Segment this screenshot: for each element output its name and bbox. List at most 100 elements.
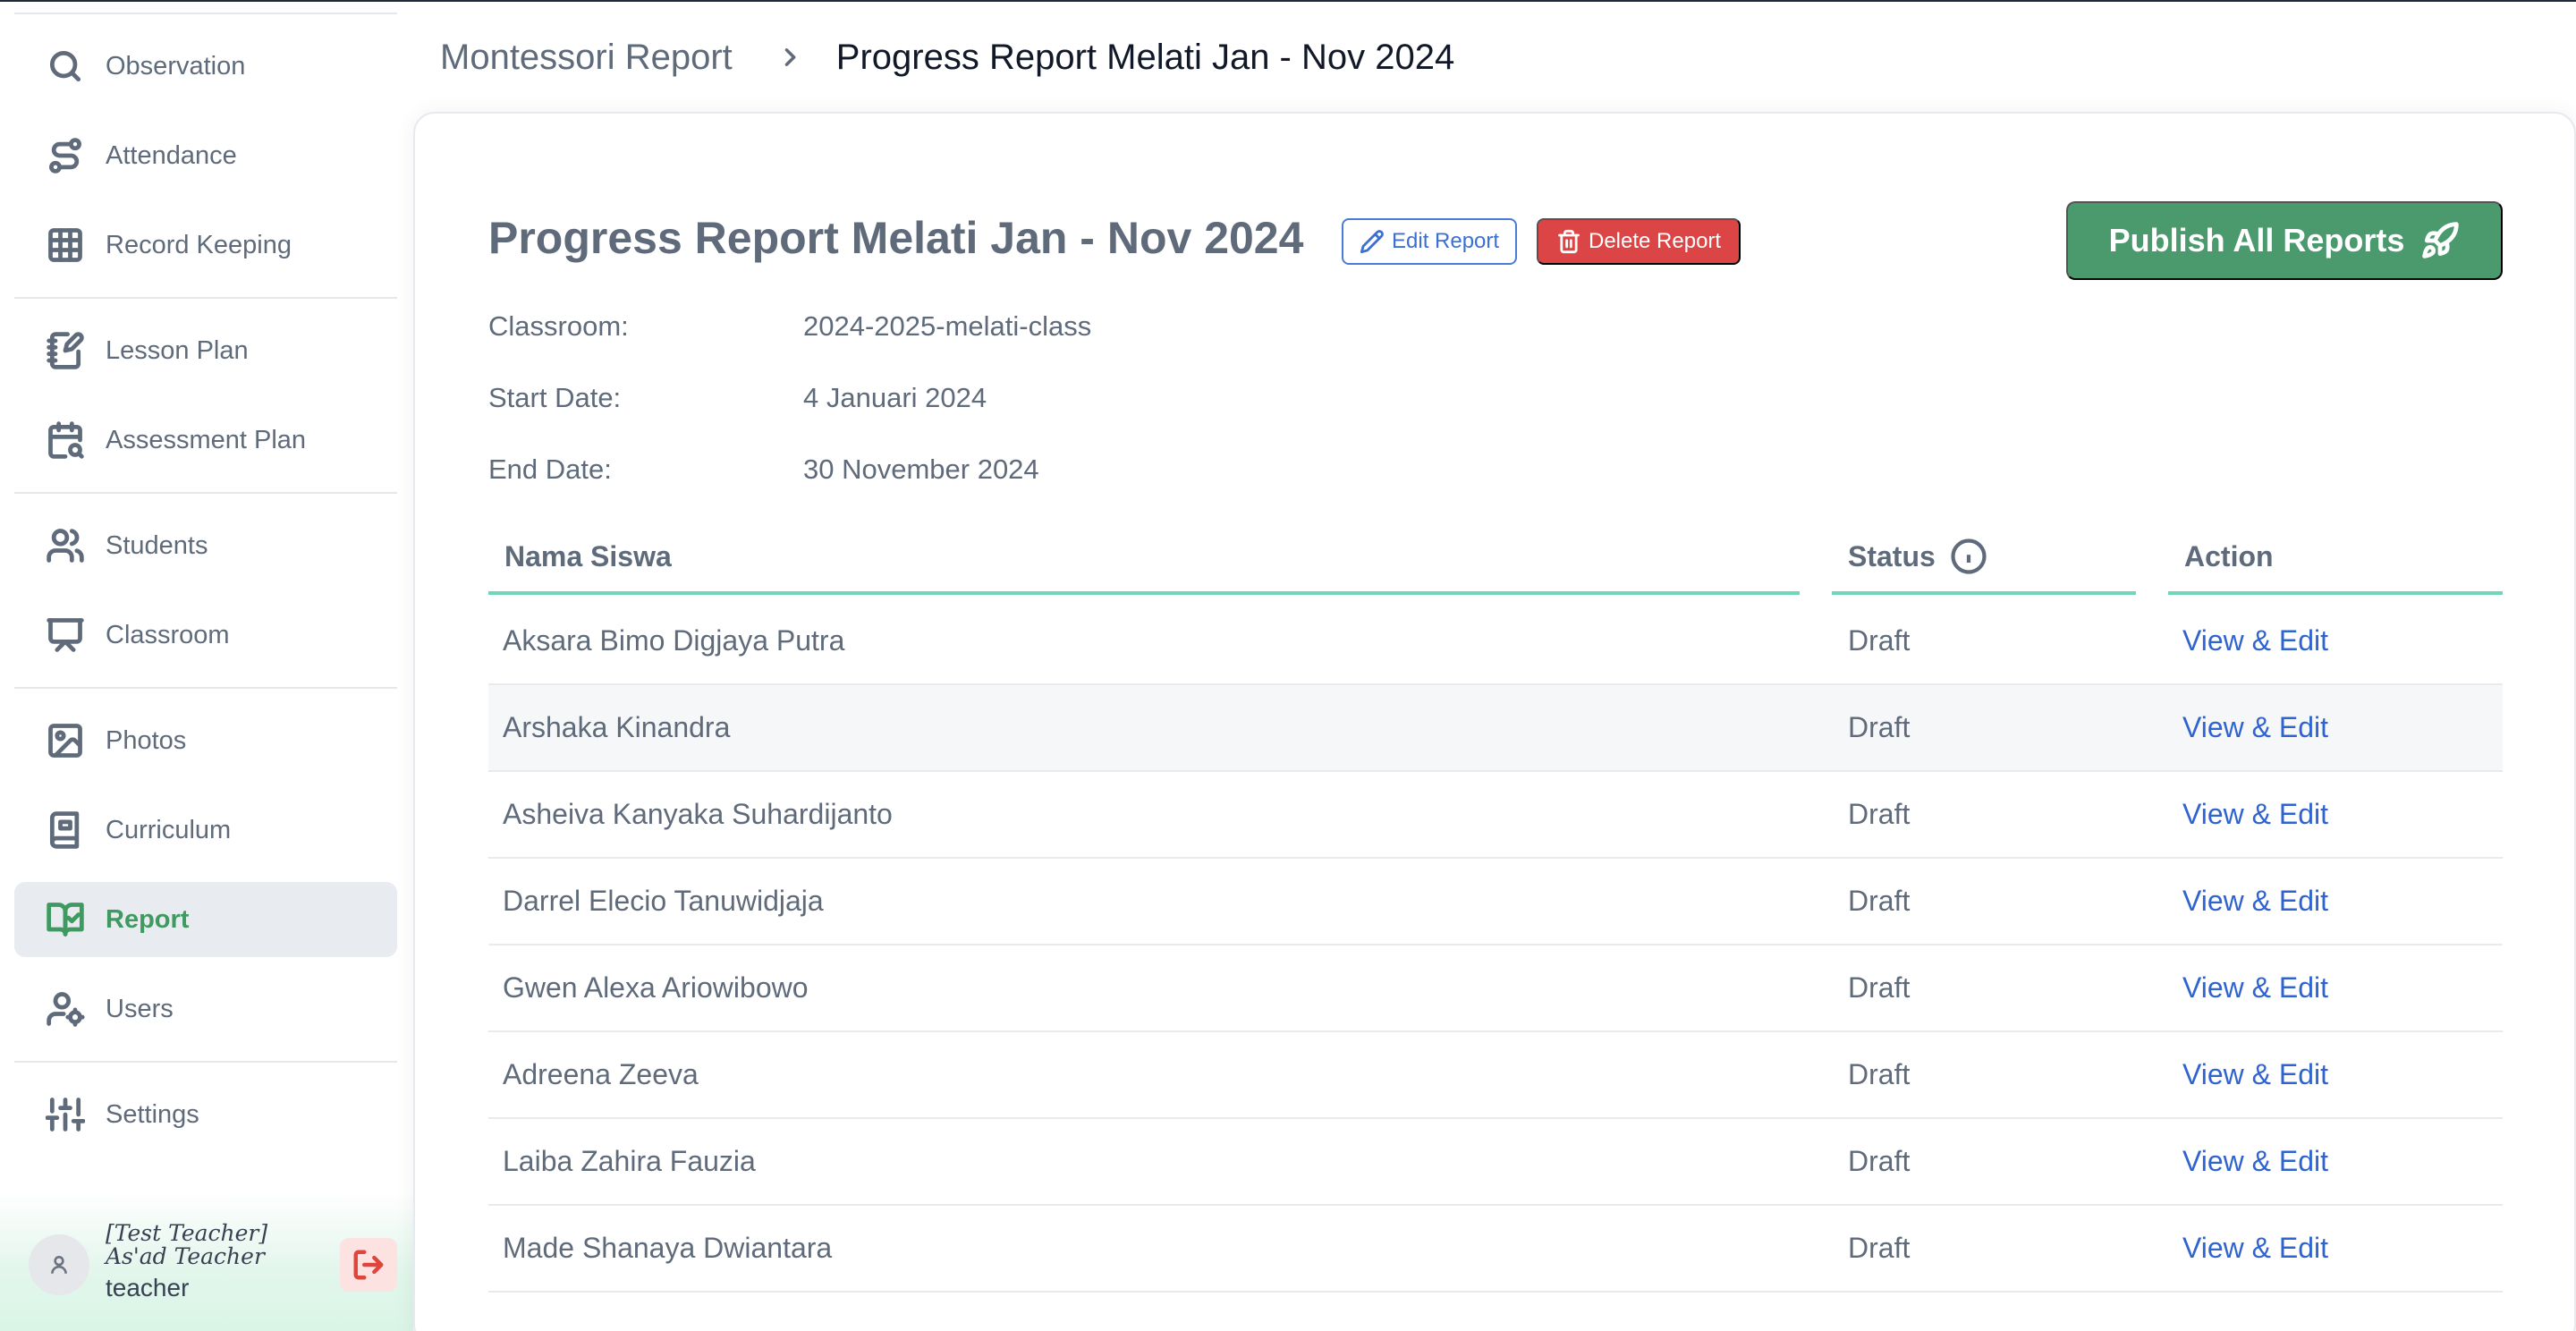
sidebar-item-label: Settings [106,1099,199,1129]
student-name: Aksara Bimo Digjaya Putra [503,624,845,657]
grid-icon [45,225,86,266]
rocket-icon [2422,222,2460,259]
sidebar-item-label: Record Keeping [106,230,292,259]
delete-report-button[interactable]: Delete Report [1537,218,1741,265]
publish-all-reports-button[interactable]: Publish All Reports [2066,201,2503,280]
view-edit-link[interactable]: View & Edit [2182,1232,2328,1265]
sidebar-item-label: Classroom [106,620,230,649]
table-row: Adreena Zeeva Draft View & Edit [488,1032,2503,1119]
view-edit-link[interactable]: View & Edit [2182,624,2328,657]
end-date-row: End Date: 30 November 2024 [488,454,1039,493]
delete-report-label: Delete Report [1589,229,1722,253]
student-name: Made Shanaya Dwiantara [503,1232,833,1264]
classroom-label: Classroom: [488,310,629,342]
classroom-row: Classroom: 2024-2025-melati-class [488,310,1091,350]
users-icon [45,525,86,566]
breadcrumb-root-link[interactable]: Montessori Report [440,38,733,78]
sidebar-divider [14,687,397,689]
sidebar-divider [14,297,397,299]
start-date-label: Start Date: [488,382,622,413]
status-cell: Draft [1848,1058,1911,1090]
sidebar-item-label: Curriculum [106,815,232,844]
student-name: Adreena Zeeva [503,1058,699,1090]
sidebar-item-record-keeping[interactable]: Record Keeping [14,208,397,283]
table-row: Laiba Zahira Fauzia Draft View & Edit [488,1119,2503,1206]
start-date-row: Start Date: 4 Januari 2024 [488,382,987,421]
classroom-value: 2024-2025-melati-class [803,310,1092,342]
user-profile: [Test Teacher] As'ad Teacher teacher [0,1191,413,1331]
breadcrumb: Montessori Report Progress Report Melati… [440,30,1454,84]
sidebar-item-classroom[interactable]: Classroom [14,598,397,673]
table-row: Aksara Bimo Digjaya Putra Draft View & E… [488,598,2503,685]
sidebar-divider [14,492,397,494]
sidebar-item-users[interactable]: Users [14,971,397,1047]
view-edit-link[interactable]: View & Edit [2182,1145,2328,1178]
sidebar-item-attendance[interactable]: Attendance [14,118,397,193]
view-edit-link[interactable]: View & Edit [2182,1058,2328,1091]
student-name: Gwen Alexa Ariowibowo [503,971,809,1004]
view-edit-link[interactable]: View & Edit [2182,798,2328,831]
status-cell: Draft [1848,885,1911,917]
pencil-icon [1360,230,1384,254]
table-row: Arshaka Kinandra Draft View & Edit [488,685,2503,772]
sidebar-item-label: Observation [106,51,246,81]
calendar-search-icon [45,420,86,461]
sidebar-item-report[interactable]: Report [14,882,397,957]
image-icon [45,720,86,761]
notebook-pen-icon [45,330,86,371]
user-role: teacher [106,1274,190,1301]
avatar[interactable] [29,1234,89,1295]
sidebar-item-assessment-plan[interactable]: Assessment Plan [14,403,397,478]
sliders-icon [45,1094,86,1135]
page-title: Progress Report Melati Jan - Nov 2024 [488,213,1304,263]
view-edit-link[interactable]: View & Edit [2182,711,2328,744]
column-header-status: Status [1832,521,2136,595]
user-icon [51,1256,67,1274]
status-cell: Draft [1848,711,1911,743]
sidebar-item-lesson-plan[interactable]: Lesson Plan [14,313,397,388]
sidebar-item-label: Report [106,904,190,934]
publish-all-reports-label: Publish All Reports [2108,222,2405,259]
student-name: Asheiva Kanyaka Suhardijanto [503,798,893,830]
book-check-icon [45,899,86,940]
sidebar-item-photos[interactable]: Photos [14,703,397,778]
status-cell: Draft [1848,1232,1911,1264]
sidebar-divider [14,1061,397,1063]
sidebar-item-settings[interactable]: Settings [14,1077,397,1152]
sidebar-item-label: Lesson Plan [106,335,249,365]
sidebar-item-label: Assessment Plan [106,425,307,454]
student-name: Laiba Zahira Fauzia [503,1145,756,1177]
column-header-label: Action [2184,539,2274,572]
route-icon [45,135,86,176]
user-name: [Test Teacher] As'ad Teacher [106,1220,268,1269]
view-edit-link[interactable]: View & Edit [2182,885,2328,918]
edit-report-button[interactable]: Edit Report [1342,218,1518,265]
app-window: Observation Attendance Record Keeping Le… [0,0,2576,1331]
status-cell: Draft [1848,971,1911,1004]
sidebar-divider [14,13,397,14]
table-row: Gwen Alexa Ariowibowo Draft View & Edit [488,945,2503,1032]
trash-icon [1558,229,1580,254]
breadcrumb-current: Progress Report Melati Jan - Nov 2024 [835,37,1455,77]
logout-button[interactable] [340,1238,397,1292]
sidebar-item-observation[interactable]: Observation [14,29,397,104]
report-card: Progress Report Melati Jan - Nov 2024 Ed… [413,112,2576,1331]
student-name: Arshaka Kinandra [503,711,731,743]
sidebar-item-label: Users [106,994,174,1023]
sidebar-item-label: Attendance [106,140,237,170]
book-icon [45,810,86,851]
sidebar-item-label: Students [106,530,208,560]
status-cell: Draft [1848,624,1911,657]
start-date-value: 4 Januari 2024 [803,382,987,413]
sidebar-item-curriculum[interactable]: Curriculum [14,793,397,868]
info-icon[interactable] [1950,538,1987,575]
student-name: Darrel Elecio Tanuwidjaja [503,885,824,917]
table-row: Asheiva Kanyaka Suhardijanto Draft View … [488,772,2503,859]
status-cell: Draft [1848,798,1911,830]
column-header-label: Status [1848,539,1936,572]
sidebar-item-students[interactable]: Students [14,508,397,583]
user-cog-icon [45,988,86,1030]
column-header-name: Nama Siswa [488,521,1800,595]
view-edit-link[interactable]: View & Edit [2182,971,2328,1005]
table-row: Made Shanaya Dwiantara Draft View & Edit [488,1206,2503,1293]
